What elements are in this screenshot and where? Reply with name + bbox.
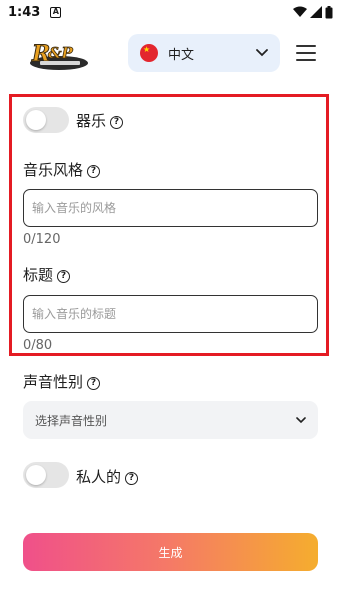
rap-logo[interactable]: R &P (28, 36, 90, 74)
app-header: R &P ★ 中文 (0, 24, 341, 82)
china-flag-icon: ★ (140, 44, 158, 62)
battery-icon (325, 5, 333, 18)
signal-icon (310, 6, 322, 18)
status-bar: 1:43 A (0, 0, 341, 24)
help-icon[interactable]: ? (110, 116, 124, 129)
style-label: 音乐风格 (23, 161, 84, 179)
language-label: 中文 (168, 47, 195, 63)
style-label-row: 音乐风格? (23, 159, 101, 180)
private-label: 私人的 (76, 468, 122, 486)
generate-button[interactable]: 生成 (23, 533, 318, 571)
wifi-icon (293, 6, 307, 17)
gender-label: 声音性别 (23, 373, 84, 391)
gender-label-row: 声音性别? (23, 371, 101, 392)
hamburger-menu-icon[interactable] (296, 43, 316, 63)
title-label: 标题 (23, 266, 54, 284)
language-selector[interactable]: ★ 中文 (128, 34, 280, 72)
private-label-row: 私人的? (76, 466, 139, 487)
help-icon[interactable]: ? (57, 270, 71, 283)
instrumental-label-row: 器乐? (76, 110, 124, 131)
gender-select[interactable]: 选择声音性别 (23, 401, 318, 439)
title-char-counter: 0/80 (23, 338, 53, 353)
private-toggle[interactable] (23, 462, 69, 488)
title-input[interactable] (23, 295, 318, 333)
title-label-row: 标题? (23, 264, 71, 285)
svg-text:&P: &P (48, 44, 74, 62)
status-icons (293, 5, 333, 19)
gender-select-placeholder: 选择声音性别 (35, 413, 108, 428)
instrumental-toggle[interactable] (23, 107, 69, 133)
chevron-down-icon (256, 49, 268, 57)
help-icon[interactable]: ? (87, 377, 101, 390)
notification-app-icon: A (50, 6, 62, 18)
style-char-counter: 0/120 (23, 232, 61, 247)
help-icon[interactable]: ? (87, 165, 101, 178)
status-time: 1:43 (8, 4, 41, 20)
instrumental-label: 器乐 (76, 112, 107, 130)
help-icon[interactable]: ? (125, 472, 139, 485)
style-input[interactable] (23, 189, 318, 227)
chevron-down-icon (296, 416, 306, 423)
